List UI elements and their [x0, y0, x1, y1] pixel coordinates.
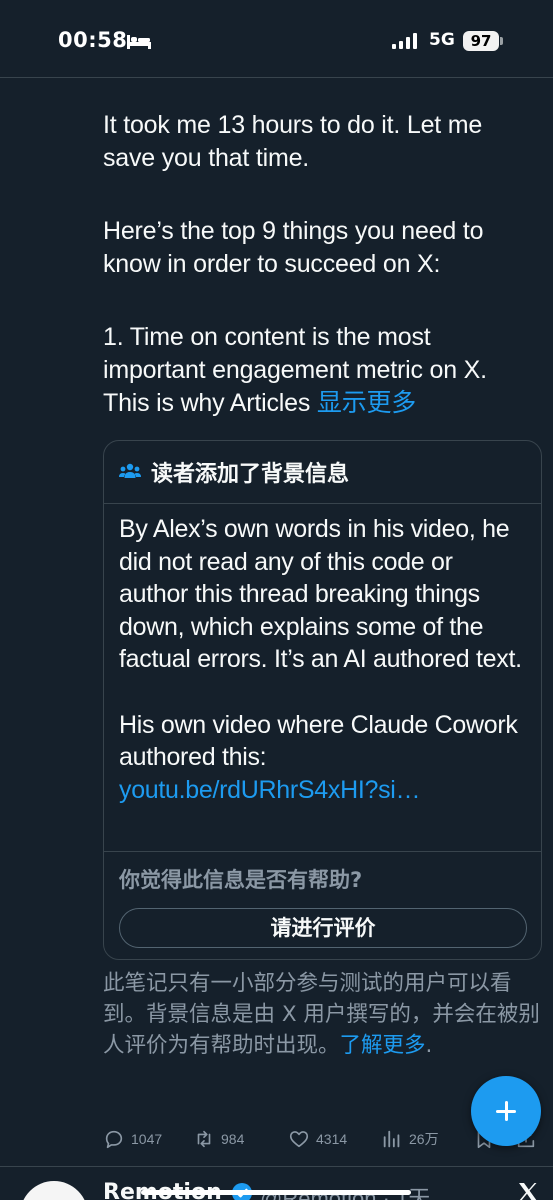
battery-level: 97: [463, 31, 499, 51]
status-bar: 00:58 5G 97: [0, 0, 553, 78]
compose-button[interactable]: [471, 1076, 541, 1146]
disclaimer-suffix: .: [425, 1033, 433, 1058]
like-button[interactable]: 4314: [288, 1125, 347, 1153]
x-logo-icon: [519, 1183, 537, 1200]
note-body-text: By Alex’s own words in his video, he did…: [119, 515, 522, 673]
views-button[interactable]: 26万: [381, 1125, 439, 1153]
post-paragraph: 1. Time on content is the most important…: [103, 321, 535, 420]
bed-icon: [127, 35, 151, 49]
reply-button[interactable]: 1047: [103, 1125, 162, 1153]
heart-icon: [289, 1131, 309, 1148]
home-indicator: [141, 1190, 411, 1195]
note-body: By Alex’s own words in his video, he did…: [104, 504, 541, 852]
note-body-source-text: His own video where Claude Cowork author…: [119, 710, 518, 772]
disclaimer-text: 此笔记只有一小部分参与测试的用户可以看到。背景信息是由 X 用户撰写的，并会在被…: [103, 971, 540, 1058]
people-icon: [119, 463, 141, 478]
views-icon: [383, 1130, 400, 1148]
battery-nub: [500, 37, 503, 45]
next-post[interactable]: Remotion @Remotion · 1天: [0, 1167, 553, 1200]
repost-button[interactable]: 984: [193, 1125, 244, 1153]
repost-count: 984: [221, 1131, 245, 1147]
post-text: It took me 13 hours to do it. Let me sav…: [103, 109, 535, 420]
avatar[interactable]: [20, 1181, 88, 1200]
note-disclaimer: 此笔记只有一小部分参与测试的用户可以看到。背景信息是由 X 用户撰写的，并会在被…: [103, 968, 543, 1061]
note-title: 读者添加了背景信息: [151, 462, 350, 487]
network-type: 5G: [429, 30, 455, 50]
post-paragraph: Here’s the top 9 things you need to know…: [103, 217, 484, 278]
status-time: 00:58: [58, 28, 128, 52]
helpful-question: 你觉得此信息是否有帮助?: [119, 868, 363, 892]
youtube-link[interactable]: youtu.be/rdURhrS4xHI?si…: [119, 776, 421, 804]
community-note-card: 读者添加了背景信息 By Alex’s own words in his vid…: [103, 440, 542, 960]
like-count: 4314: [316, 1131, 348, 1147]
repost-icon: [197, 1130, 211, 1148]
rate-button[interactable]: 请进行评价: [119, 908, 527, 948]
signal-icon: [392, 33, 417, 49]
post-paragraph: It took me 13 hours to do it. Let me sav…: [103, 111, 483, 172]
note-header: 读者添加了背景信息: [104, 441, 541, 504]
reply-count: 1047: [131, 1131, 163, 1147]
views-count: 26万: [409, 1131, 439, 1147]
show-more-link[interactable]: 显示更多: [317, 389, 416, 417]
note-body-source: His own video where Claude Cowork author…: [119, 709, 527, 807]
learn-more-link[interactable]: 了解更多: [340, 1033, 426, 1058]
post-paragraph-text: 1. Time on content is the most important…: [103, 323, 487, 417]
reply-icon: [105, 1130, 123, 1149]
